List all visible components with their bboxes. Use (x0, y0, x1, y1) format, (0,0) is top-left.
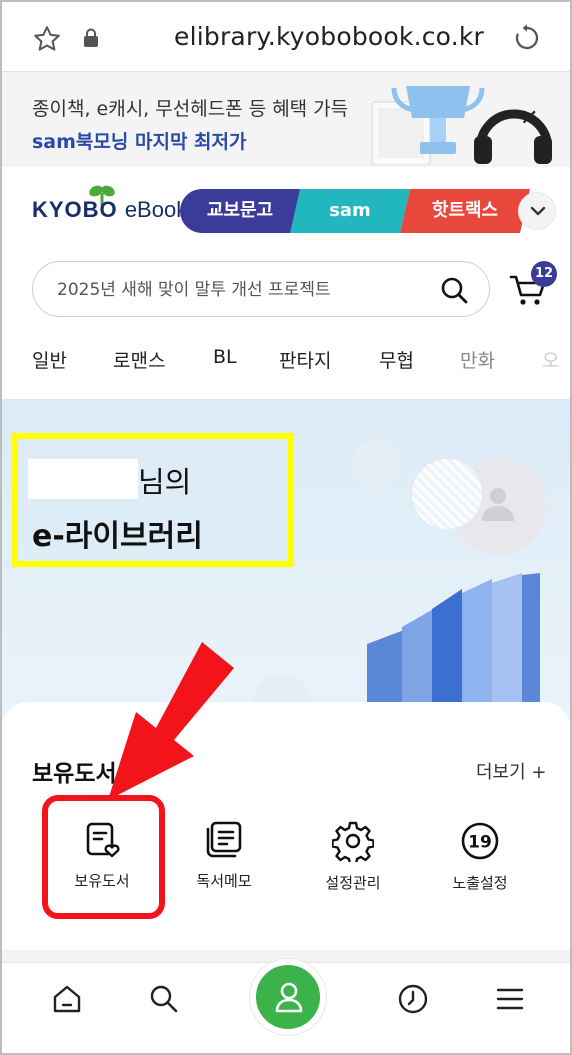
kyobo-ebook-logo[interactable]: KYOBO eBook (32, 197, 187, 223)
quick-action-label: 노출설정 (452, 874, 508, 892)
logo-sub-text: eBook (124, 197, 188, 222)
my-library-button[interactable] (250, 959, 326, 1035)
lock-icon (84, 28, 98, 47)
home-icon[interactable] (51, 983, 83, 1015)
affiliate-tabs: 교보문고 sam 핫트랙스 (180, 189, 540, 233)
promo-banner[interactable]: 종이책, e캐시, 무선헤드폰 등 혜택 가득 sam북모닝 마지막 최저가 ✕ (2, 72, 570, 167)
promo-close-button[interactable]: ✕ (520, 106, 538, 131)
category-tabs: 일반 로맨스 BL 판타지 무협 만화 오 (2, 332, 570, 392)
red-arrow-pointer (108, 642, 234, 800)
quick-action-reading-memo[interactable]: 독서메모 (164, 820, 284, 900)
category-fantasy[interactable]: 판타지 (279, 346, 331, 373)
category-romance[interactable]: 로맨스 (113, 346, 165, 373)
highlight-box: 님의 e-라이브러리 (12, 433, 294, 567)
quick-action-label: 설정관리 (325, 874, 381, 892)
category-comics[interactable]: 만화 (460, 346, 495, 373)
clock-icon[interactable] (397, 983, 429, 1015)
logo-main-text: KYOBO (32, 197, 118, 222)
site-header: KYOBO eBook 교보문고 sam 핫트랙스 (2, 167, 570, 242)
hero-name-suffix: 님의 (138, 465, 192, 499)
profile-placeholder-icon[interactable] (476, 481, 520, 525)
affiliate-more-button[interactable] (518, 192, 556, 230)
search-input[interactable] (57, 276, 427, 304)
category-general[interactable]: 일반 (32, 346, 67, 373)
tab-kyobo-bookstore[interactable]: 교보문고 (180, 189, 300, 233)
library-hero: 님의 e-라이브러리 (2, 399, 570, 719)
chevron-down-icon (530, 206, 546, 216)
search-box (32, 261, 490, 317)
browser-address-bar: elibrary.kyobobook.co.kr (2, 2, 570, 72)
quick-action-label: 독서메모 (196, 872, 252, 890)
bookshelf-illustration (367, 573, 540, 719)
more-link[interactable]: 더보기 + (476, 758, 546, 784)
tab-sam[interactable]: sam (290, 189, 410, 233)
bottom-navigation (2, 959, 570, 1053)
decor-striped-circle (412, 459, 482, 529)
highlight-marker-box (42, 795, 165, 919)
cart-count-badge: 12 (531, 261, 557, 287)
url-text[interactable]: elibrary.kyobobook.co.kr (174, 22, 484, 51)
category-more[interactable]: 오 (542, 346, 559, 373)
menu-icon[interactable] (494, 983, 526, 1015)
user-name-redacted (28, 459, 138, 499)
reading-memo-icon (206, 821, 242, 858)
category-bl[interactable]: BL (213, 346, 237, 368)
user-icon (275, 982, 303, 1013)
tab-hottracks[interactable]: 핫트랙스 (400, 189, 530, 233)
age-19-icon: 19 (461, 822, 499, 860)
quick-action-settings[interactable]: 설정관리 (293, 820, 413, 900)
svg-text:19: 19 (468, 833, 492, 853)
category-martial-arts[interactable]: 무협 (379, 346, 414, 373)
phone-frame: elibrary.kyobobook.co.kr 종이책, e캐시, 무선헤드폰… (0, 0, 572, 1055)
settings-gear-icon (332, 821, 374, 862)
hero-title: e-라이브러리 (32, 519, 203, 554)
quick-action-exposure[interactable]: 19 노출설정 (420, 820, 540, 900)
decor-circle (352, 439, 402, 489)
bookmark-star-icon[interactable] (32, 24, 62, 54)
search-icon[interactable] (148, 983, 180, 1015)
reload-icon[interactable] (512, 23, 542, 53)
promo-line1: 종이책, e캐시, 무선헤드폰 등 혜택 가득 (32, 98, 349, 120)
promo-line2: sam북모닝 마지막 최저가 (32, 131, 247, 153)
search-icon[interactable] (439, 275, 469, 305)
